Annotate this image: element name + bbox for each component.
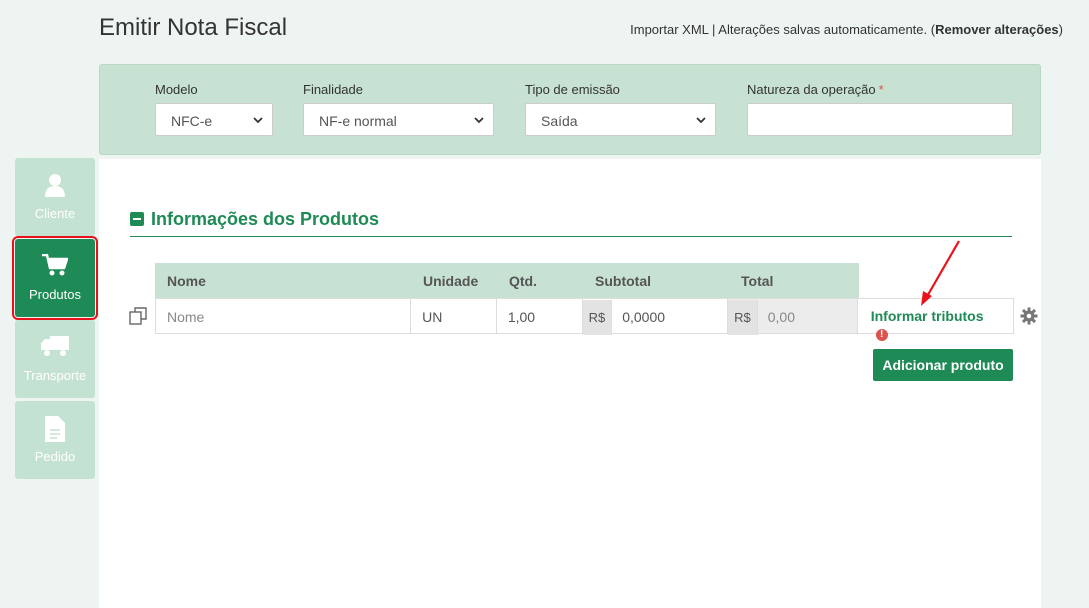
tipo-emissao-label: Tipo de emissão: [525, 82, 620, 97]
sidebar-item-label: Cliente: [34, 206, 76, 221]
column-header-total: Total: [741, 273, 774, 289]
annotation-arrow: [921, 240, 960, 306]
page-title: Emitir Nota Fiscal: [99, 14, 288, 41]
chevron-down-icon: [696, 117, 706, 124]
gear-icon[interactable]: [1020, 307, 1038, 325]
document-icon: [45, 416, 65, 442]
modelo-field: Modelo NFC-e: [155, 82, 273, 136]
finalidade-select[interactable]: NF-e normal: [303, 103, 494, 136]
total-value: 0,00: [767, 309, 795, 325]
sidebar-item-transporte[interactable]: Transporte: [15, 320, 95, 398]
separator: |: [708, 22, 719, 37]
user-icon: [45, 174, 65, 197]
currency-prefix: R$: [728, 300, 758, 335]
close-paren: ): [1058, 22, 1063, 37]
column-header-unidade: Unidade: [423, 273, 479, 289]
sidebar-item-label: Produtos: [28, 287, 82, 302]
finalidade-field: Finalidade NF-e normal: [303, 82, 494, 136]
autosave-status: Alterações salvas automaticamente. (: [718, 22, 936, 37]
alert-icon: !: [875, 329, 888, 341]
tipo-emissao-value: Saída: [541, 113, 578, 129]
sidebar: Cliente Produtos Transporte Pedido: [12, 158, 98, 482]
column-header-qtd: Qtd.: [509, 273, 537, 289]
header-panel: Modelo NFC-e Finalidade NF-e normal Tipo…: [99, 64, 1041, 155]
total-field: R$ 0,00: [728, 299, 858, 335]
column-header-subtotal: Subtotal: [595, 273, 651, 289]
chevron-down-icon: [253, 117, 263, 124]
table-row: Nome UN 1,00 R$ 0,0000 R$ 0,00 Informar tr…: [155, 298, 1014, 341]
main-content: Informações dos Produtos Nome Unidade Qt…: [99, 159, 1041, 608]
column-header-nome: Nome: [167, 273, 206, 289]
chevron-down-icon: [474, 117, 484, 124]
sidebar-item-label: Pedido: [34, 449, 76, 464]
finalidade-value: NF-e normal: [319, 113, 397, 129]
modelo-value: NFC-e: [171, 113, 213, 129]
remove-changes-link[interactable]: Remover alterações: [935, 22, 1059, 37]
qtd-input[interactable]: 1,00: [497, 299, 583, 333]
section-header: Informações dos Produtos: [130, 209, 1012, 237]
products-table-header: Nome Unidade Qtd. Subtotal Total: [155, 263, 859, 298]
import-xml-link[interactable]: Importar XML: [630, 22, 708, 37]
modelo-label: Modelo: [155, 82, 198, 97]
nome-input[interactable]: Nome: [156, 299, 412, 333]
duplicate-icon[interactable]: [129, 307, 149, 325]
top-links: Importar XML | Alterações salvas automat…: [630, 22, 1063, 37]
collapse-icon[interactable]: [130, 212, 144, 226]
section-title: Informações dos Produtos: [151, 209, 380, 229]
natureza-label: Natureza da operação *: [747, 82, 884, 97]
tipo-emissao-field: Tipo de emissão Saída: [525, 82, 716, 136]
sidebar-item-label: Transporte: [23, 368, 87, 383]
tipo-emissao-select[interactable]: Saída: [525, 103, 716, 136]
subtotal-input[interactable]: R$ 0,0000: [582, 299, 729, 335]
sidebar-item-produtos[interactable]: Produtos: [12, 236, 98, 320]
cart-icon: [42, 254, 68, 276]
currency-prefix: R$: [582, 300, 613, 335]
unidade-input[interactable]: UN: [411, 299, 497, 333]
add-product-button[interactable]: Adicionar produto: [873, 349, 1013, 381]
subtotal-value: 0,0000: [622, 309, 666, 325]
natureza-field: Natureza da operação *: [747, 82, 1013, 136]
sidebar-item-pedido[interactable]: Pedido: [15, 401, 95, 479]
required-mark: *: [878, 82, 884, 97]
modelo-select[interactable]: NFC-e: [155, 103, 273, 136]
truck-icon: [41, 336, 69, 356]
sidebar-item-cliente[interactable]: Cliente: [15, 158, 95, 236]
finalidade-label: Finalidade: [303, 82, 363, 97]
natureza-input[interactable]: [747, 103, 1013, 136]
